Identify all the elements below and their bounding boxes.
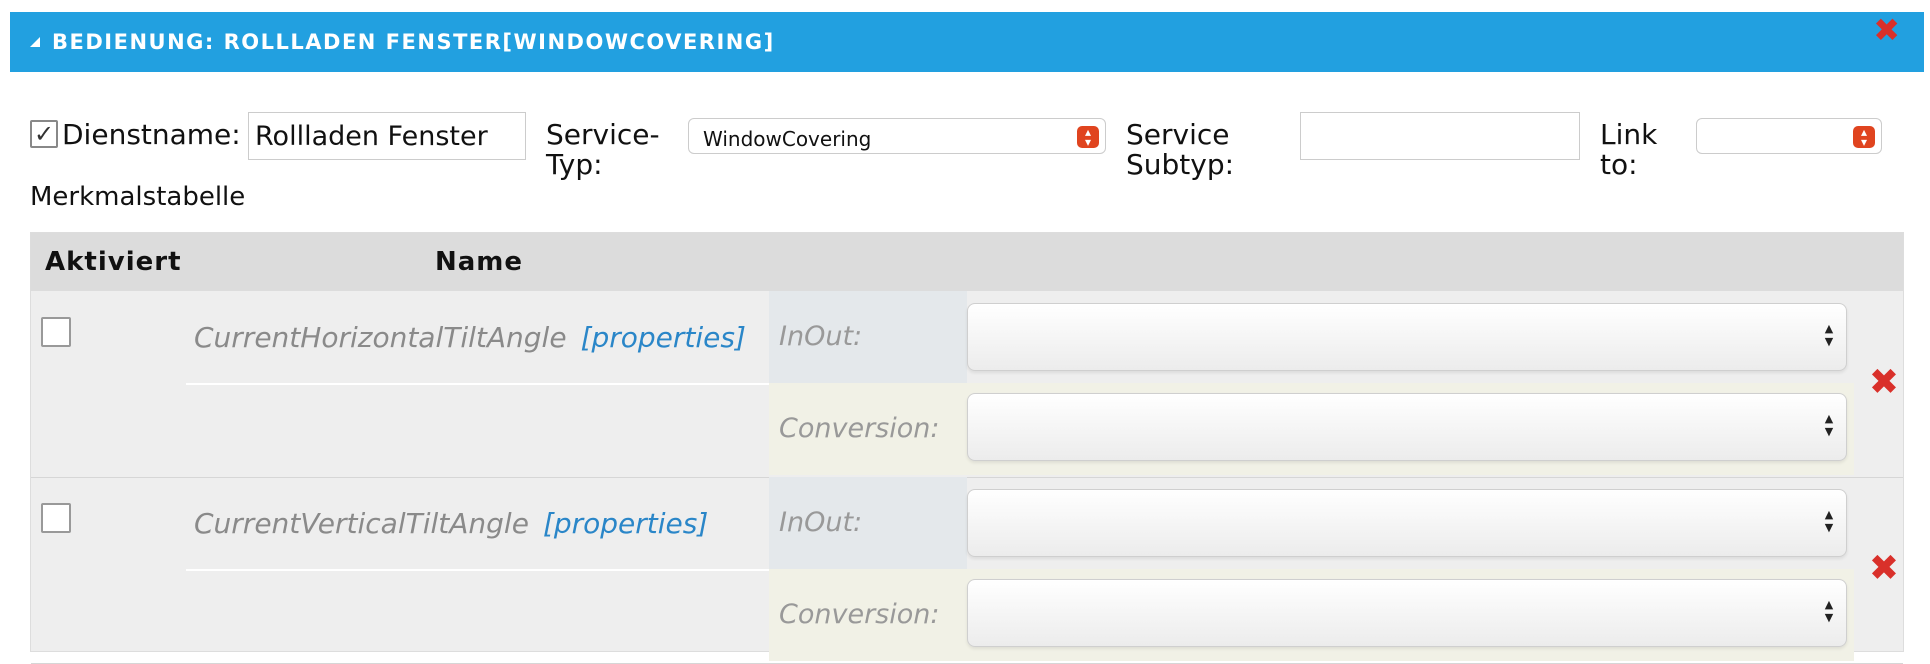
delete-row-icon[interactable]: ✖: [1869, 551, 1899, 587]
service-type-label-2: Typ:: [546, 148, 603, 181]
table-header: Aktiviert Name: [31, 233, 1903, 291]
table-title: Merkmalstabelle: [30, 182, 246, 212]
delete-row-icon[interactable]: ✖: [1869, 365, 1899, 401]
panel-title: BEDIENUNG: ROLLLADEN FENSTER[WINDOWCOVER…: [52, 30, 775, 54]
inout-select[interactable]: ▲ ▼: [967, 489, 1847, 557]
select-arrows-icon: ▲ ▼: [1824, 508, 1834, 534]
conversion-select[interactable]: ▲ ▼: [967, 579, 1847, 647]
column-header-activated: Aktiviert: [45, 247, 182, 277]
column-header-name: Name: [435, 247, 524, 277]
characteristics-table: Aktiviert Name CurrentHorizontalTiltAngl…: [30, 232, 1904, 664]
service-subtype-input[interactable]: [1300, 112, 1580, 160]
characteristic-name-text: CurrentVerticalTiltAngle: [194, 507, 529, 540]
close-icon[interactable]: ✖: [1873, 14, 1900, 46]
select-arrows-icon: ▲ ▼: [1824, 412, 1834, 438]
service-subtype-label-2: Subtyp:: [1126, 148, 1235, 181]
activated-checkbox[interactable]: [41, 503, 71, 533]
inout-label: InOut:: [779, 507, 863, 538]
link-to-label-1: Link: [1600, 118, 1658, 151]
conversion-label: Conversion:: [779, 599, 940, 630]
activated-checkbox[interactable]: [41, 317, 71, 347]
select-arrows-icon: ▴ ▾: [1853, 126, 1875, 148]
select-arrows-icon: ▲ ▼: [1824, 322, 1834, 348]
inout-label: InOut:: [779, 321, 863, 352]
characteristic-name-text: CurrentHorizontalTiltAngle: [194, 321, 567, 354]
characteristic-name: CurrentHorizontalTiltAngle [properties]: [194, 321, 746, 354]
service-type-value: WindowCovering: [703, 127, 872, 151]
service-enabled-checkbox[interactable]: ✓: [30, 120, 58, 148]
service-type-select[interactable]: WindowCovering ▴ ▾: [688, 118, 1106, 154]
conversion-select[interactable]: ▲ ▼: [967, 393, 1847, 461]
properties-link[interactable]: [properties]: [581, 321, 746, 354]
service-name-label: Dienstname:: [62, 118, 241, 151]
service-subtype-label-1: Service: [1126, 118, 1230, 151]
conversion-label: Conversion:: [779, 413, 940, 444]
select-arrows-icon: ▲ ▼: [1824, 598, 1834, 624]
service-name-input[interactable]: [248, 112, 526, 160]
collapse-triangle-icon[interactable]: [30, 37, 40, 47]
properties-link[interactable]: [properties]: [543, 507, 708, 540]
characteristic-name: CurrentVerticalTiltAngle [properties]: [194, 507, 708, 540]
table-row: CurrentVerticalTiltAngle [properties] InO…: [31, 477, 1903, 664]
panel-header: BEDIENUNG: ROLLLADEN FENSTER[WINDOWCOVER…: [10, 12, 1924, 72]
link-to-label-2: to:: [1600, 148, 1638, 181]
inout-select[interactable]: ▲ ▼: [967, 303, 1847, 371]
inout-cell: InOut:: [769, 291, 967, 383]
link-to-select[interactable]: ▴ ▾: [1696, 118, 1882, 154]
inout-cell: InOut:: [769, 477, 967, 569]
service-type-label-1: Service-: [546, 118, 660, 151]
table-row: CurrentHorizontalTiltAngle [properties] I…: [31, 291, 1903, 478]
select-arrows-icon: ▴ ▾: [1077, 126, 1099, 148]
